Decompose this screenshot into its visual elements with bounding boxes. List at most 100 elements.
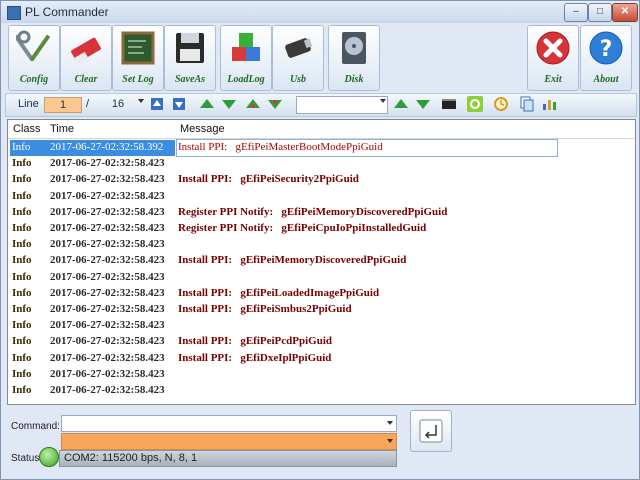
chalkboard-icon bbox=[121, 31, 155, 65]
log-message: Register PPI Notify: gEfiPeiMemoryDiscov… bbox=[178, 205, 448, 218]
help-question-icon: ? bbox=[589, 31, 623, 65]
log-time: 2017-06-27-02:32:58.423 bbox=[50, 205, 165, 218]
log-row[interactable]: Info 2017-06-27-02:32:58.423 bbox=[8, 367, 635, 383]
send-command-button[interactable] bbox=[410, 410, 452, 452]
log-row[interactable]: Info 2017-06-27-02:32:58.423 bbox=[8, 270, 635, 286]
clock-icon[interactable] bbox=[492, 96, 510, 112]
log-class: Info bbox=[12, 270, 32, 283]
save-as-button[interactable]: SaveAs bbox=[164, 25, 216, 91]
log-row[interactable]: Info 2017-06-27-02:32:58.423 Install PPI: … bbox=[8, 302, 635, 318]
copy-icon[interactable] bbox=[518, 96, 536, 112]
log-row[interactable]: Info 2017-06-27-02:32:58.392 Install PPI: … bbox=[8, 139, 635, 157]
maximize-button[interactable]: □ bbox=[588, 3, 612, 22]
next-arrow-icon[interactable] bbox=[220, 96, 238, 112]
command-input[interactable] bbox=[61, 415, 397, 432]
search-dropdown-icon[interactable] bbox=[380, 99, 386, 103]
log-time: 2017-06-27-02:32:58.423 bbox=[50, 351, 165, 364]
log-time: 2017-06-27-02:32:58.423 bbox=[50, 319, 165, 332]
set-log-button[interactable]: Set Log bbox=[112, 25, 164, 91]
log-time: 2017-06-27-02:32:58.423 bbox=[50, 189, 165, 202]
column-time[interactable]: Time bbox=[50, 123, 74, 135]
search-down-icon[interactable] bbox=[414, 96, 432, 112]
main-toolbar: Config Clear Set Log SaveAs LoadLog Usb … bbox=[5, 25, 635, 91]
close-button[interactable]: ✕ bbox=[612, 3, 638, 22]
disk-button[interactable]: Disk bbox=[328, 25, 380, 91]
log-message: Install PPI: gEfiPeiSmbus2PpiGuid bbox=[178, 303, 352, 315]
command-history-icon[interactable] bbox=[387, 421, 393, 425]
go-top-icon[interactable] bbox=[148, 96, 166, 112]
log-row[interactable]: Info 2017-06-27-02:32:58.423 bbox=[8, 318, 635, 334]
log-message: Install PPI: gEfiDxeIplPpiGuid bbox=[178, 351, 332, 364]
log-time: 2017-06-27-02:32:58.423 bbox=[50, 157, 165, 170]
line-number-input[interactable]: 1 bbox=[44, 97, 82, 113]
load-log-label: LoadLog bbox=[227, 74, 265, 85]
search-up-icon[interactable] bbox=[392, 96, 410, 112]
column-message[interactable]: Message bbox=[180, 123, 225, 135]
log-time: 2017-06-27-02:32:58.423 bbox=[50, 335, 165, 348]
about-button[interactable]: ? About bbox=[580, 25, 632, 91]
chart-icon[interactable] bbox=[540, 96, 558, 112]
log-row[interactable]: Info 2017-06-27-02:32:58.423 Install PPI: … bbox=[8, 351, 635, 367]
next-bookmark-icon[interactable] bbox=[266, 96, 284, 112]
refresh-icon[interactable] bbox=[466, 96, 484, 112]
window-title: PL Commander bbox=[25, 5, 109, 19]
log-row[interactable]: Info 2017-06-27-02:32:58.423 bbox=[8, 383, 635, 399]
log-row[interactable]: Info 2017-06-27-02:32:58.423 Install PPI: … bbox=[8, 334, 635, 350]
log-time: 2017-06-27-02:32:58.423 bbox=[50, 270, 165, 283]
eraser-icon bbox=[71, 37, 101, 64]
status-bar: COM2: 115200 bps, N, 8, 1 bbox=[59, 450, 397, 467]
log-row[interactable]: Info 2017-06-27-02:32:58.423 bbox=[8, 156, 635, 172]
log-row[interactable]: Info 2017-06-27-02:32:58.423 Install PPI: … bbox=[8, 253, 635, 269]
navigation-bar: Line 1 / 16 bbox=[5, 93, 637, 117]
floppy-disk-icon bbox=[176, 33, 204, 63]
log-class: Info bbox=[12, 351, 32, 364]
about-label: About bbox=[593, 74, 619, 85]
clear-label: Clear bbox=[74, 74, 98, 85]
connected-check-icon bbox=[39, 447, 59, 467]
config-button[interactable]: Config bbox=[8, 25, 60, 91]
log-time: 2017-06-27-02:32:58.423 bbox=[50, 173, 165, 186]
title-bar[interactable]: PL Commander – □ ✕ bbox=[1, 1, 639, 23]
search-input[interactable] bbox=[296, 96, 388, 114]
command-send-field[interactable] bbox=[61, 433, 397, 450]
status-text: COM2: 115200 bps, N, 8, 1 bbox=[64, 452, 198, 464]
usb-label: Usb bbox=[289, 74, 307, 85]
log-class: Info bbox=[12, 189, 32, 202]
minimize-button[interactable]: – bbox=[564, 3, 588, 22]
terminal-icon[interactable] bbox=[440, 96, 458, 112]
previous-arrow-icon[interactable] bbox=[198, 96, 216, 112]
log-time: 2017-06-27-02:32:58.423 bbox=[50, 222, 165, 234]
usb-button[interactable]: Usb bbox=[272, 25, 324, 91]
exit-button[interactable]: Exit bbox=[527, 25, 579, 91]
chevron-down-icon[interactable] bbox=[138, 99, 144, 103]
line-separator: / bbox=[86, 98, 90, 110]
exit-x-icon bbox=[536, 31, 570, 65]
log-class: Info bbox=[12, 303, 32, 315]
log-row[interactable]: Info 2017-06-27-02:32:58.423 Register PPI … bbox=[8, 221, 635, 237]
log-header: Class Time Message bbox=[8, 120, 635, 139]
log-message: Register PPI Notify: gEfiPeiCpuIoPpiInst… bbox=[178, 222, 427, 234]
log-row[interactable]: Info 2017-06-27-02:32:58.423 Install PPI: … bbox=[8, 172, 635, 188]
log-class: Info bbox=[12, 367, 32, 380]
log-row[interactable]: Info 2017-06-27-02:32:58.423 bbox=[8, 237, 635, 253]
load-log-button[interactable]: LoadLog bbox=[220, 25, 272, 91]
log-class: Info bbox=[12, 205, 32, 218]
log-message: Install PPI: gEfiPeiMemoryDiscoveredPpiG… bbox=[178, 254, 407, 267]
log-list[interactable]: Class Time Message Info 2017-06-27-02:32:… bbox=[7, 119, 636, 405]
log-time: 2017-06-27-02:32:58.423 bbox=[50, 286, 165, 299]
go-bottom-icon[interactable] bbox=[170, 96, 188, 112]
log-row[interactable]: Info 2017-06-27-02:32:58.423 Install PPI: … bbox=[8, 286, 635, 302]
previous-bookmark-icon[interactable] bbox=[244, 96, 262, 112]
log-class: Info bbox=[12, 141, 31, 153]
log-class: Info bbox=[12, 173, 32, 186]
clear-button[interactable]: Clear bbox=[60, 25, 112, 91]
column-class[interactable]: Class bbox=[13, 123, 41, 135]
log-class: Info bbox=[12, 157, 32, 170]
blocks-icon bbox=[232, 33, 260, 61]
log-time: 2017-06-27-02:32:58.423 bbox=[50, 384, 165, 396]
command-send-dropdown-icon[interactable] bbox=[387, 439, 393, 443]
app-window: PL Commander – □ ✕ Config Clear Set Log … bbox=[0, 0, 640, 480]
log-row[interactable]: Info 2017-06-27-02:32:58.423 Register PPI … bbox=[8, 205, 635, 221]
log-row[interactable]: Info 2017-06-27-02:32:58.423 bbox=[8, 189, 635, 205]
tools-icon bbox=[16, 30, 51, 62]
